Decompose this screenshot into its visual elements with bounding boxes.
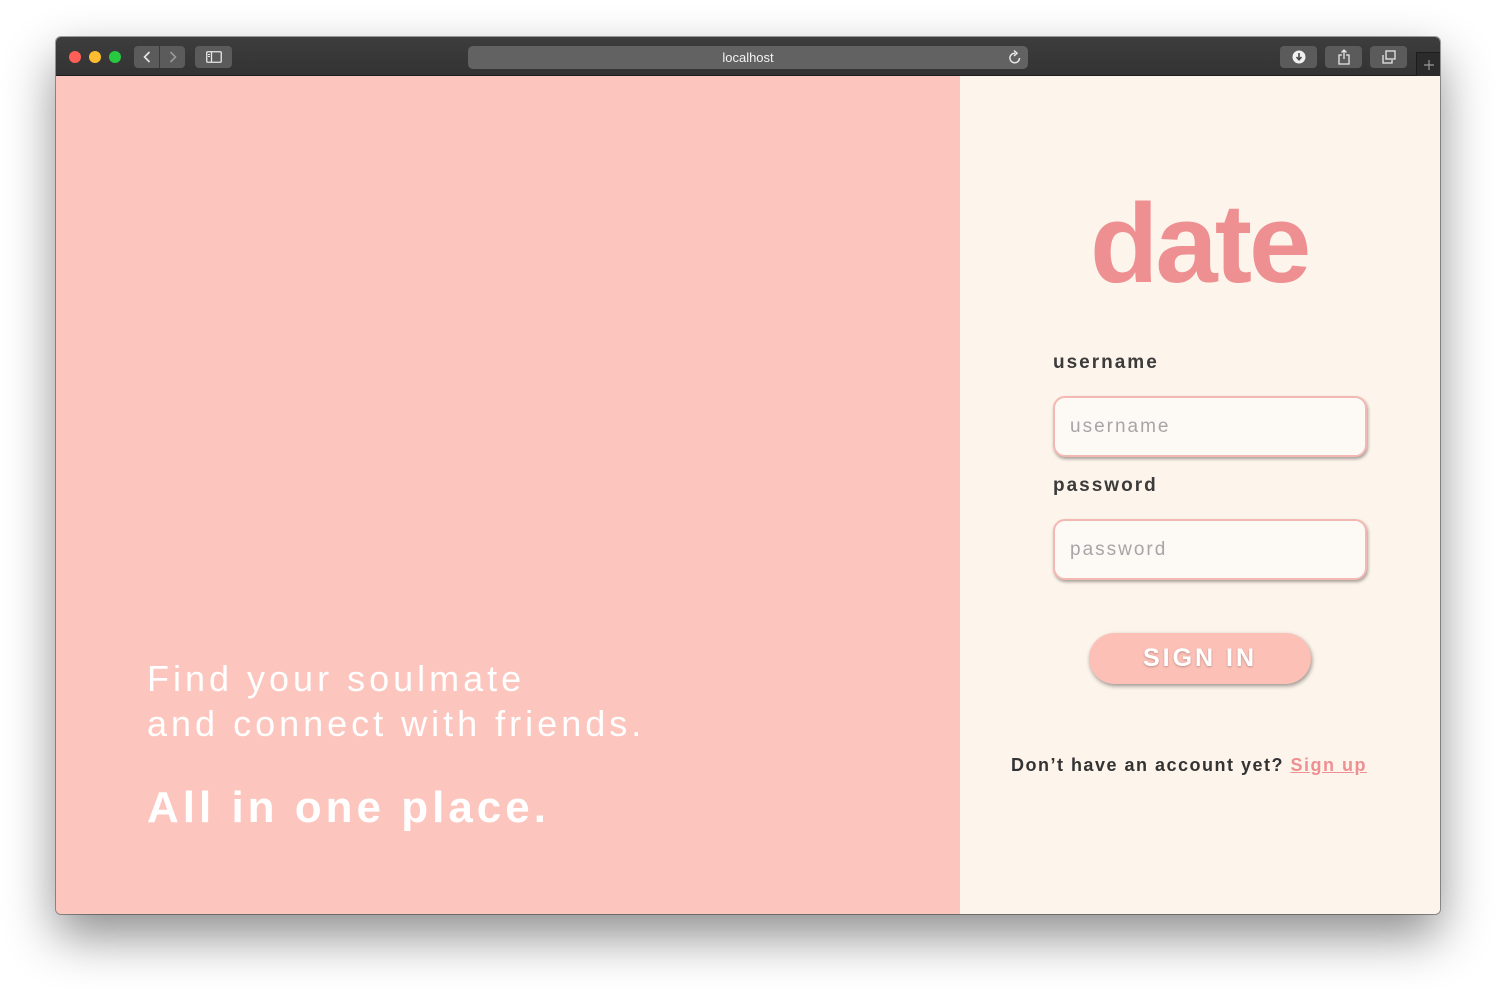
back-button[interactable] bbox=[134, 46, 159, 68]
downloads-button[interactable] bbox=[1280, 46, 1317, 68]
login-panel: date username password SIGN IN Don’t hav… bbox=[960, 76, 1440, 914]
new-tab-button[interactable] bbox=[1416, 52, 1440, 76]
tab-overview-button[interactable] bbox=[1370, 46, 1407, 68]
download-icon bbox=[1292, 50, 1305, 64]
sign-in-button[interactable]: SIGN IN bbox=[1089, 633, 1311, 684]
sign-up-link[interactable]: Sign up bbox=[1291, 755, 1368, 775]
browser-window: localhost Find your soulmate and connect… bbox=[56, 37, 1440, 914]
reload-button[interactable] bbox=[1008, 49, 1022, 68]
forward-button[interactable] bbox=[159, 46, 185, 68]
username-label: username bbox=[1053, 352, 1159, 373]
plus-icon bbox=[1423, 59, 1434, 70]
tagline-line-2: and connect with friends. bbox=[147, 703, 646, 744]
password-label: password bbox=[1053, 475, 1158, 496]
chevron-right-icon bbox=[169, 51, 177, 63]
username-input[interactable] bbox=[1053, 396, 1367, 457]
hero-tagline-strong: All in one place. bbox=[147, 783, 550, 832]
hero-tagline: Find your soulmate and connect with frie… bbox=[147, 656, 645, 746]
reload-icon bbox=[1009, 49, 1021, 64]
address-bar[interactable]: localhost bbox=[468, 46, 1028, 69]
minimize-window-button[interactable] bbox=[89, 51, 101, 63]
page-content: Find your soulmate and connect with frie… bbox=[56, 76, 1440, 914]
signup-prompt-text: Don’t have an account yet? bbox=[1010, 755, 1291, 775]
chevron-left-icon bbox=[142, 51, 150, 63]
password-input[interactable] bbox=[1053, 519, 1367, 580]
tagline-line-1: Find your soulmate bbox=[147, 658, 526, 699]
tabs-overview-icon bbox=[1381, 50, 1396, 64]
sidebar-icon bbox=[205, 51, 222, 63]
share-icon bbox=[1337, 49, 1350, 65]
share-button[interactable] bbox=[1325, 46, 1362, 68]
app-logo: date bbox=[1090, 181, 1311, 306]
url-text: localhost bbox=[722, 50, 774, 65]
sidebar-toggle-button[interactable] bbox=[195, 46, 232, 68]
history-nav bbox=[134, 46, 185, 68]
close-window-button[interactable] bbox=[69, 51, 81, 63]
browser-toolbar: localhost bbox=[56, 37, 1440, 76]
hero-panel: Find your soulmate and connect with frie… bbox=[56, 76, 960, 914]
signup-prompt-row: Don’t have an account yet? Sign up bbox=[960, 755, 1367, 776]
zoom-window-button[interactable] bbox=[109, 51, 121, 63]
